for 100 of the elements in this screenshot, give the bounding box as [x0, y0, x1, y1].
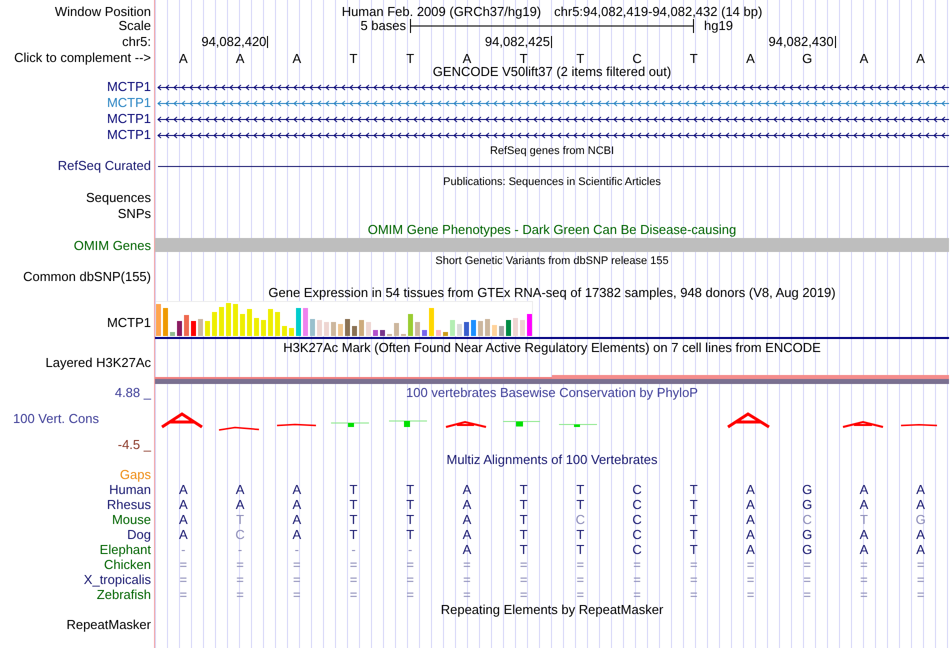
expression-bar — [156, 304, 161, 336]
gene-line[interactable] — [155, 84, 949, 90]
alignment-base: A — [462, 498, 472, 511]
alignment-base: = — [803, 588, 811, 601]
base-letter: A — [236, 52, 244, 64]
species-label[interactable]: Chicken — [104, 558, 151, 572]
track-label[interactable]: Sequences — [86, 191, 151, 205]
alignment-base: = — [690, 588, 698, 601]
species-label[interactable]: Mouse — [112, 512, 151, 526]
base-letter: A — [292, 52, 302, 64]
alignment-base: C — [235, 528, 245, 541]
alignment-base: = — [690, 558, 698, 571]
alignment-base: - — [238, 543, 242, 556]
track-label[interactable]: RefSeq Curated — [58, 159, 151, 173]
alignment-base: C — [632, 528, 642, 541]
alignment-base: A — [860, 543, 868, 556]
alignment-base: T — [236, 513, 244, 526]
track-label[interactable]: MCTP1 — [106, 316, 151, 330]
alignment-base: G — [802, 483, 812, 496]
alignment-base: = — [236, 573, 244, 586]
track-title: Multiz Alignments of 100 Vertebrates — [446, 452, 658, 466]
expression-bar — [338, 324, 343, 336]
position-range: chr5:94,082,419-94,082,432 (14 bp) — [554, 4, 762, 18]
expression-bar — [464, 322, 469, 336]
row-label: chr5: — [122, 35, 151, 49]
expression-bar — [289, 328, 294, 336]
alignment-base: = — [803, 573, 811, 586]
assembly-name: Human Feb. 2009 (GRCh37/hg19) — [342, 4, 542, 18]
track-label[interactable]: RepeatMasker — [66, 618, 151, 632]
track-title: OMIM Gene Phenotypes - Dark Green Can Be Disease-causing — [368, 223, 736, 237]
alignment-base: T — [520, 543, 528, 556]
expression-bar — [352, 326, 357, 336]
conservation-bar — [330, 422, 370, 427]
alignment-base: T — [520, 498, 528, 511]
expression-bar — [345, 319, 350, 336]
track-label[interactable]: MCTP1 — [106, 112, 151, 126]
expression-bar — [394, 323, 399, 336]
species-label[interactable]: Dog — [127, 528, 151, 542]
track-label[interactable]: 100 Vert. Cons — [13, 412, 99, 426]
species-label[interactable]: Rhesus — [106, 498, 151, 512]
expression-bar — [520, 320, 525, 336]
expression-bar — [324, 322, 329, 336]
alignment-base: = — [633, 573, 641, 586]
alignment-base: = — [690, 573, 698, 586]
track-label[interactable]: OMIM Genes — [74, 238, 151, 252]
expression-bar — [450, 320, 455, 336]
expression-bar — [331, 322, 336, 336]
expression-bar — [415, 322, 420, 336]
alignment-base: A — [236, 498, 244, 511]
row-label: Scale — [118, 19, 151, 33]
expression-bar — [219, 307, 224, 336]
gene-line[interactable] — [155, 132, 949, 138]
expression-bar — [422, 330, 427, 336]
alignment-base: C — [576, 513, 586, 526]
species-label[interactable]: X_tropicalis — [84, 572, 151, 586]
alignment-base: = — [463, 558, 471, 571]
alignment-base: T — [406, 528, 414, 541]
alignment-base: = — [406, 573, 414, 586]
conservation-peak — [218, 426, 260, 431]
expression-bar — [457, 324, 462, 336]
track-label[interactable]: MCTP1 — [106, 128, 151, 142]
conservation-peak — [900, 424, 938, 426]
alignment-base: = — [576, 573, 584, 586]
track-label[interactable]: Common dbSNP(155) — [23, 270, 151, 284]
alignment-base: G — [802, 543, 812, 556]
alignment-base: T — [576, 483, 584, 496]
track-label[interactable]: SNPs — [118, 207, 151, 221]
base-letter: C — [632, 52, 642, 64]
track-label[interactable]: MCTP1 — [106, 80, 151, 94]
alignment-base: A — [916, 498, 925, 511]
species-label[interactable]: Elephant — [100, 542, 151, 556]
alignment-base: T — [690, 498, 698, 511]
alignment-base: = — [236, 558, 244, 571]
alignment-base: G — [916, 513, 926, 526]
alignment-base: = — [520, 558, 528, 571]
expression-bar — [247, 309, 252, 336]
alignment-base: T — [350, 483, 358, 496]
alignment-base: = — [576, 558, 584, 571]
expression-bar — [163, 308, 168, 336]
expression-bar — [212, 312, 217, 336]
alignment-base: = — [180, 588, 188, 601]
alignment-base: - — [408, 543, 412, 556]
species-label[interactable]: Human — [109, 482, 151, 496]
expression-bar — [513, 318, 518, 336]
alignment-base: A — [179, 498, 188, 511]
alignment-base: C — [802, 513, 812, 526]
expression-bar — [366, 322, 371, 336]
alignment-base: G — [802, 498, 812, 511]
alignment-base: A — [179, 513, 188, 526]
base-letter: G — [802, 52, 812, 64]
alignment-base: T — [576, 498, 584, 511]
gene-line[interactable] — [155, 116, 949, 122]
alignment-base: = — [860, 588, 868, 601]
track-label[interactable]: Layered H3K27Ac — [45, 356, 151, 370]
conservation-bar — [558, 424, 598, 427]
complement-link[interactable]: Click to complement --> — [14, 51, 151, 65]
scale-length: 5 bases — [360, 19, 407, 33]
species-label[interactable]: Zebrafish — [96, 588, 151, 602]
track-label[interactable]: MCTP1 — [106, 96, 151, 110]
alignment-base: T — [350, 513, 358, 526]
